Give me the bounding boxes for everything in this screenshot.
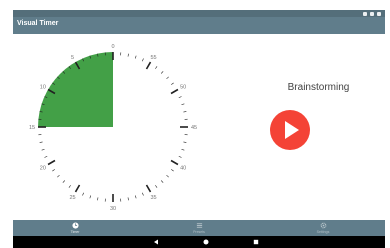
nav-presets[interactable]: Presets [137, 220, 261, 236]
back-icon[interactable] [153, 239, 159, 245]
app-bar: Visual Timer [13, 17, 385, 34]
system-navigation-bar [13, 236, 385, 248]
gear-icon [320, 222, 326, 229]
dial-label: 25 [69, 195, 75, 201]
list-icon [196, 223, 202, 228]
minor-tick [155, 185, 158, 188]
dial-label: 30 [110, 206, 116, 212]
play-icon [285, 121, 299, 139]
minor-tick [178, 156, 182, 158]
minor-tick [142, 192, 144, 196]
minor-tick [62, 180, 66, 183]
recents-icon[interactable] [253, 239, 259, 245]
battery-icon [377, 11, 381, 16]
dial-label: 0 [111, 44, 114, 50]
major-tick [170, 159, 179, 166]
major-tick [145, 184, 152, 193]
dial-label: 15 [29, 125, 35, 131]
minor-tick [134, 195, 137, 199]
minor-tick [41, 148, 45, 151]
home-icon[interactable] [203, 239, 209, 245]
minor-tick [97, 197, 99, 201]
minor-tick [181, 103, 185, 106]
minor-tick [39, 141, 43, 143]
dial-label: 40 [180, 166, 186, 172]
nav-settings-label: Settings [316, 230, 330, 234]
dial-label: 35 [150, 195, 156, 201]
minor-tick [127, 53, 129, 57]
minor-tick [142, 58, 144, 62]
major-tick [170, 88, 179, 95]
nav-timer[interactable]: Timer [13, 220, 137, 236]
minor-tick [166, 76, 169, 80]
signal-icon [363, 11, 367, 16]
minor-tick [166, 174, 169, 178]
timer-screen: 0 5 10 15 20 25 30 35 40 45 50 55 Brainstorming [13, 34, 385, 220]
minor-tick [57, 174, 60, 178]
status-icons [363, 10, 381, 17]
minor-tick [68, 185, 71, 188]
minor-tick [183, 141, 187, 143]
play-button[interactable] [270, 110, 310, 150]
minor-tick [160, 71, 164, 74]
timer-dial[interactable]: 0 5 10 15 20 25 30 35 40 45 50 55 [21, 40, 205, 218]
minor-tick [155, 66, 158, 69]
status-bar [13, 10, 385, 17]
clock-icon [71, 222, 79, 229]
nav-presets-label: Presets [193, 230, 205, 234]
timer-info: Brainstorming [256, 82, 381, 93]
dial-label: 50 [180, 85, 186, 91]
minor-tick [160, 180, 164, 183]
dial-label: 45 [191, 125, 197, 131]
minor-tick [89, 195, 92, 199]
session-label: Brainstorming [287, 82, 350, 93]
minor-tick [178, 96, 182, 98]
minor-tick [52, 169, 55, 172]
app-title: Visual Timer [17, 20, 59, 27]
wifi-icon [370, 11, 374, 16]
nav-timer-label: Timer [70, 230, 80, 234]
dial-label: 10 [40, 85, 46, 91]
minor-tick [134, 55, 137, 59]
minor-tick [183, 111, 187, 113]
bottom-navigation: Timer Presets Settings [13, 220, 385, 236]
minor-tick [171, 169, 174, 172]
minor-tick [171, 82, 174, 85]
major-tick [47, 159, 56, 166]
major-tick [145, 61, 152, 70]
minor-tick [127, 197, 129, 201]
dial-label: 20 [40, 166, 46, 172]
nav-settings[interactable]: Settings [261, 220, 385, 236]
dial-label: 5 [71, 55, 74, 61]
minor-tick [181, 148, 185, 151]
dial-label: 55 [150, 55, 156, 61]
major-tick [74, 184, 81, 193]
minor-tick [82, 192, 84, 196]
minor-tick [44, 156, 48, 158]
